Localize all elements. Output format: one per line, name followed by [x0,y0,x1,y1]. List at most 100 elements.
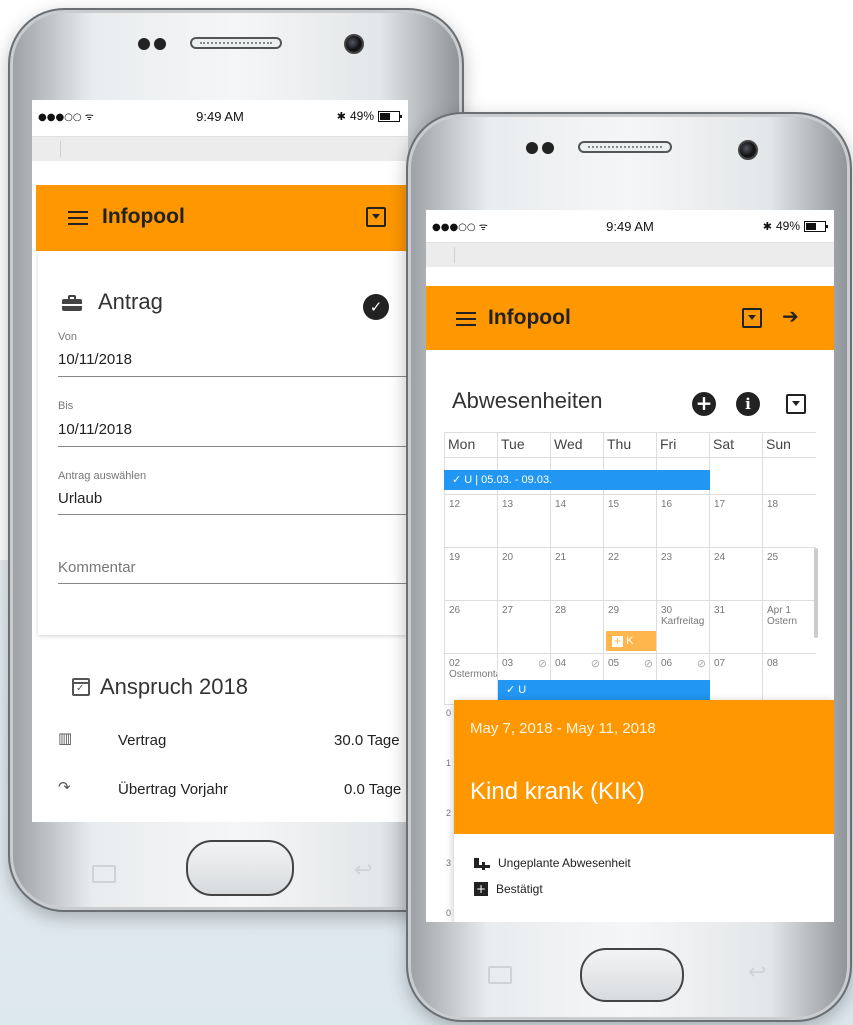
day-cell[interactable]: 07 [709,654,762,704]
day-number: 06 [661,658,673,669]
sick-event-chip[interactable]: + K [606,631,656,651]
briefcase-icon [62,295,82,311]
detail-status-label: Bestätigt [496,882,543,896]
antrag-type-label: Antrag auswählen [58,470,147,482]
dropdown-box-icon[interactable] [366,207,386,227]
confirm-check-icon[interactable]: ✓ [363,294,389,320]
day-cell[interactable]: 14 [550,495,603,547]
plus-box-icon: + [474,882,488,896]
absence-detail-popup[interactable]: May 7, 2018 - May 11, 2018 Kind krank (K… [454,700,834,922]
weekday-fri: Fri [656,433,709,457]
battery-icon [804,220,828,232]
holiday-label: Karfreitag [661,616,705,627]
holiday-label: Ostern [767,616,798,627]
stub-day-number: 3 [446,858,452,868]
speaker-grille [578,141,672,153]
day-cell[interactable]: 02 Ostermontag [444,654,497,704]
stub-day-number: 0 [446,908,452,918]
day-number: Apr 1 [767,605,791,616]
antrag-type-select[interactable]: Urlaub [58,490,102,507]
day-cell[interactable]: 20 [497,548,550,600]
day-cell[interactable] [709,458,762,494]
day-cell[interactable]: 25 [762,548,815,600]
redo-icon: ↷ [58,778,71,796]
front-phone-screen: ●●●○○ ᯤ 9:49 AM ✱ 49% Infopool ➔ Abwesen… [426,210,834,922]
absences-title: Abwesenheiten [452,388,603,413]
sick-event-label: K [626,635,634,647]
day-cell[interactable]: 23 [656,548,709,600]
day-cell[interactable]: 24 [709,548,762,600]
sensor-dot [138,38,150,50]
recent-apps-icon [92,865,116,883]
comment-input[interactable]: Kommentar [58,559,136,576]
app-bar: Infopool ➔ [426,286,834,350]
home-button[interactable] [580,948,684,1002]
day-cell[interactable]: 16 [656,495,709,547]
book-icon: ▥ [58,729,73,747]
dropdown-box-icon[interactable] [786,394,806,414]
calendar-check-icon [72,678,90,696]
calendar-scrollbar[interactable] [814,548,818,638]
calendar-header: Mon Tue Wed Thu Fri Sat Sun [444,432,816,458]
front-camera [738,140,758,160]
sensor-dot [526,142,538,154]
von-field[interactable]: 10/11/2018 [58,351,132,368]
antrag-card: Antrag ✓ Von 10/11/2018 Bis 10/11/2018 A… [38,251,408,635]
detail-type-label: Ungeplante Abwesenheit [498,856,631,870]
uebertrag-value: 0.0 Tage [344,781,402,798]
home-button[interactable] [186,840,294,896]
battery-status: ✱ 49% [337,109,402,123]
vacation-event-bar[interactable]: ✓ U [498,680,710,700]
day-cell[interactable] [762,458,815,494]
hamburger-menu-icon[interactable] [456,312,476,326]
holiday-label: Ostermontag [449,669,497,680]
battery-percent: 49% [775,219,800,233]
day-cell[interactable]: 15 [603,495,656,547]
sensor-dot [154,38,166,50]
app-title: Infopool [102,205,185,228]
day-cell[interactable]: 18 [762,495,815,547]
day-cell[interactable]: 30 Karfreitag [656,601,709,653]
day-cell[interactable]: 08 [762,654,815,704]
add-circle-icon[interactable]: + [692,392,716,416]
day-number: 05 [608,658,620,669]
day-cell[interactable]: 28 [550,601,603,653]
bis-field[interactable]: 10/11/2018 [58,421,132,438]
detail-header: May 7, 2018 - May 11, 2018 Kind krank (K… [454,700,834,834]
anspruch-card: Anspruch 2018 ▥ Vertrag 30.0 Tage ↷ Über… [38,642,408,822]
von-label: Von [58,331,77,343]
day-cell[interactable]: 31 [709,601,762,653]
sensor-dot [542,142,554,154]
day-cell[interactable]: 12 [444,495,497,547]
calendar-week: 26 27 28 29 30 Karfreitag 31 Apr 1 Oster… [444,601,816,654]
bis-underline [58,446,408,447]
detail-title: Kind krank (KIK) [470,778,645,805]
anspruch-title: Anspruch 2018 [100,674,248,699]
info-circle-icon[interactable]: i [736,392,760,416]
day-cell[interactable]: 17 [709,495,762,547]
blocked-icon: ⊘ [537,657,547,670]
uebertrag-label: Übertrag Vorjahr [118,781,229,798]
app-title: Infopool [488,306,571,329]
day-cell[interactable]: 26 [444,601,497,653]
day-cell[interactable]: Apr 1 Ostern [762,601,815,653]
calendar-week: 19 20 21 22 23 24 25 [444,548,816,601]
recent-apps-icon [488,966,512,984]
day-cell[interactable]: 27 [497,601,550,653]
back-phone-screen: ●●●○○ ᯤ 9:49 AM ✱ 49% Infopool Antrag ✓ … [32,100,408,822]
von-underline [58,376,408,377]
detail-date-range: May 7, 2018 - May 11, 2018 [470,720,656,737]
day-cell[interactable]: 19 [444,548,497,600]
dropdown-box-icon[interactable] [742,308,762,328]
hamburger-menu-icon[interactable] [68,211,88,225]
day-cell[interactable]: 21 [550,548,603,600]
weekday-sun: Sun [762,433,815,457]
calendar-week: ✓ U | 05.03. - 09.03. [444,458,816,495]
app-bar: Infopool [36,185,408,251]
day-cell[interactable]: 22 [603,548,656,600]
back-nav-icon: ↩ [748,960,767,985]
day-cell[interactable]: 13 [497,495,550,547]
login-icon[interactable]: ➔ [782,304,799,328]
vacation-event-bar[interactable]: ✓ U | 05.03. - 09.03. [444,470,710,490]
weekday-sat: Sat [709,433,762,457]
